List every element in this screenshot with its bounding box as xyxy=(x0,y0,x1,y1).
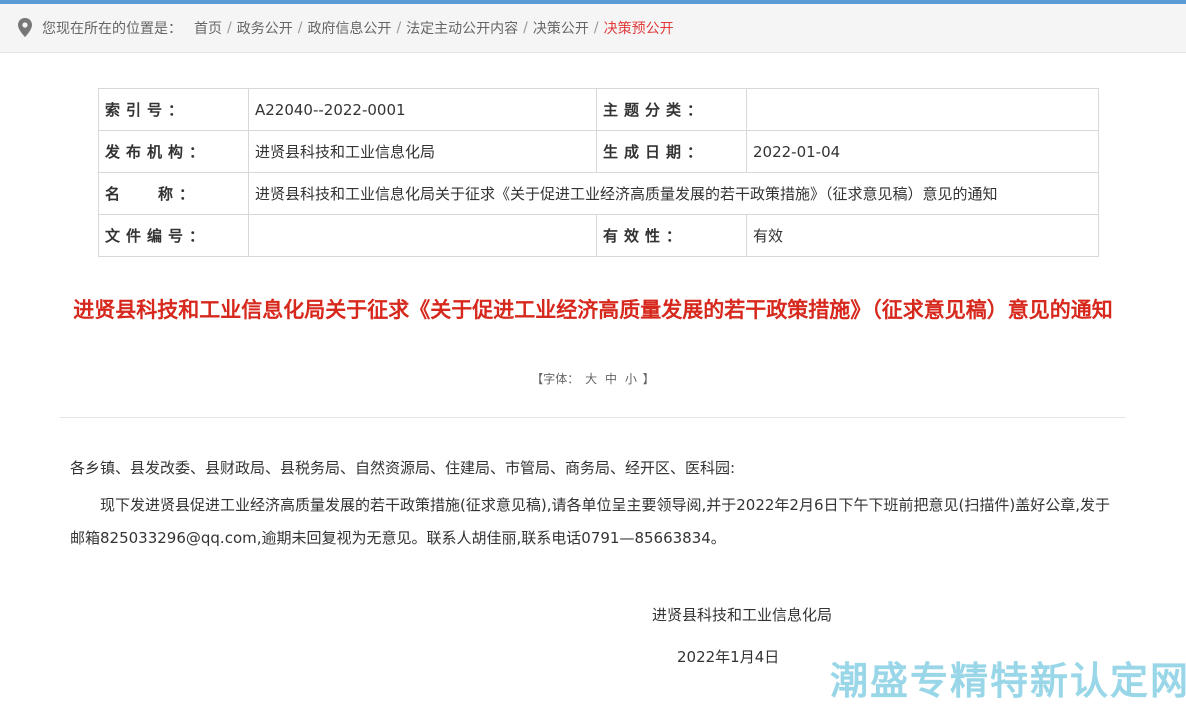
article-title: 进贤县科技和工业信息化局关于征求《关于促进工业经济高质量发展的若干政策措施》（征… xyxy=(73,298,1113,322)
font-size-large-button[interactable]: 大 xyxy=(585,372,597,386)
meta-row: 名 称： 进贤县科技和工业信息化局关于征求《关于促进工业经济高质量发展的若干政策… xyxy=(98,172,1099,215)
breadcrumb: 您现在所在的位置是： 首页 / 政务公开 / 政府信息公开 / 法定主动公开内容… xyxy=(0,4,1186,53)
site-watermark: 潮盛专精特新认定网 xyxy=(830,659,1186,703)
meta-key-name: 名 称： xyxy=(98,172,249,215)
meta-value-doc-number xyxy=(248,214,597,257)
meta-value-date: 2022-01-04 xyxy=(746,130,1099,173)
meta-key-org: 发布机构： xyxy=(98,130,249,173)
breadcrumb-home[interactable]: 首页 xyxy=(194,18,222,38)
divider xyxy=(60,417,1126,418)
breadcrumb-separator: / xyxy=(593,20,599,36)
meta-row: 索引号： A22040--2022-0001 主题分类： xyxy=(98,88,1099,131)
meta-value-index: A22040--2022-0001 xyxy=(248,88,597,131)
breadcrumb-separator: / xyxy=(297,20,303,36)
meta-row: 发布机构： 进贤县科技和工业信息化局 生成日期： 2022-01-04 xyxy=(98,130,1099,173)
breadcrumb-government-affairs[interactable]: 政务公开 xyxy=(237,18,293,38)
addressees: 各乡镇、县发改委、县财政局、县税务局、自然资源局、住建局、市管局、商务局、经开区… xyxy=(70,459,736,477)
signer: 进贤县科技和工业信息化局 xyxy=(652,606,833,624)
breadcrumb-decision[interactable]: 决策公开 xyxy=(533,18,589,38)
breadcrumb-separator: / xyxy=(227,20,232,36)
font-size-bracket: 】 xyxy=(642,372,655,386)
meta-value-name: 进贤县科技和工业信息化局关于征求《关于促进工业经济高质量发展的若干政策措施》（征… xyxy=(248,172,1099,215)
meta-value-topic xyxy=(746,88,1099,131)
location-pin-icon xyxy=(18,18,32,37)
meta-value-validity: 有效 xyxy=(746,214,1099,257)
meta-key-name-b: 称： xyxy=(157,185,200,203)
meta-key-doc-number: 文件编号： xyxy=(98,214,249,257)
breadcrumb-separator: / xyxy=(523,20,528,36)
breadcrumb-current[interactable]: 决策预公开 xyxy=(604,18,674,38)
meta-key-index: 索引号： xyxy=(98,88,249,131)
breadcrumb-gov-info[interactable]: 政府信息公开 xyxy=(307,18,391,38)
sign-date: 2022年1月4日 xyxy=(677,648,780,666)
document-meta-table: 索引号： A22040--2022-0001 主题分类： 发布机构： 进贤县科技… xyxy=(98,88,1099,257)
meta-key-date: 生成日期： xyxy=(596,130,747,173)
breadcrumb-statutory-content[interactable]: 法定主动公开内容 xyxy=(406,18,518,38)
meta-value-org: 进贤县科技和工业信息化局 xyxy=(248,130,597,173)
font-size-medium-button[interactable]: 中 xyxy=(605,372,617,386)
font-size-switcher: 【字体： 大 中 小 】 xyxy=(0,370,1186,387)
article-body: 各乡镇、县发改委、县财政局、县税务局、自然资源局、住建局、市管局、商务局、经开区… xyxy=(70,452,1120,555)
breadcrumb-label: 您现在所在的位置是： xyxy=(42,21,182,37)
meta-key-validity: 有效性： xyxy=(596,214,747,257)
meta-row: 文件编号： 有效性： 有效 xyxy=(98,214,1099,257)
breadcrumb-separator: / xyxy=(396,20,402,36)
font-size-small-button[interactable]: 小 xyxy=(625,372,637,386)
body-paragraph: 现下发进贤县促进工业经济高质量发展的若干政策措施(征求意见稿),请各单位呈主要领… xyxy=(70,496,1110,547)
meta-key-topic: 主题分类： xyxy=(596,88,747,131)
font-size-label: 【字体： xyxy=(531,372,580,386)
meta-key-name-a: 名 xyxy=(105,185,127,203)
